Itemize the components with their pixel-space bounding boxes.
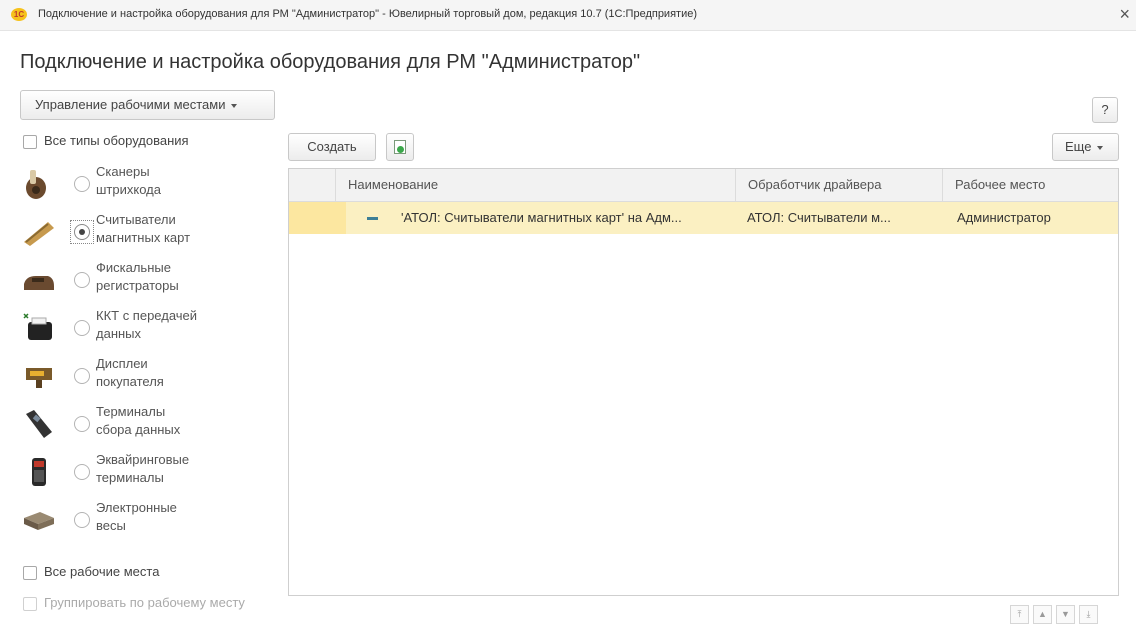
cell-workplace: Администратор (957, 210, 1051, 225)
equipment-type-item[interactable]: Дисплеи покупателя (20, 352, 270, 400)
radio-customer-displays[interactable] (74, 368, 90, 384)
equipment-type-label: Электронные весы (96, 500, 177, 533)
window-titlebar: 1С Подключение и настройка оборудования … (0, 0, 1136, 31)
scales-icon (24, 512, 54, 530)
window-title: Подключение и настройка оборудования для… (38, 8, 697, 20)
help-button[interactable]: ? (1092, 97, 1118, 123)
fiscal-register-icon (24, 276, 54, 290)
equipment-type-item[interactable]: Считыватели магнитных карт (20, 208, 270, 256)
radio-barcode-scanners[interactable] (74, 176, 90, 192)
go-down-button[interactable]: ▼ (1056, 605, 1075, 624)
equipment-type-item[interactable]: Электронные весы (20, 496, 270, 544)
page-title: Подключение и настройка оборудования для… (20, 51, 641, 73)
card-reader-icon (24, 222, 54, 246)
create-button[interactable]: Создать (288, 133, 376, 161)
equipment-type-label: Эквайринговые терминалы (96, 452, 190, 485)
radio-acquiring-terminals[interactable] (74, 464, 90, 480)
chevron-down-icon (1097, 145, 1104, 150)
close-icon[interactable]: × (1119, 4, 1130, 24)
group-by-workplace-label: Группировать по рабочему месту (44, 595, 245, 610)
radio-fiscal-registers[interactable] (74, 272, 90, 288)
equipment-item-icon (367, 217, 378, 220)
equipment-type-item[interactable]: ККТ с передачей данных (20, 304, 270, 352)
manage-workplaces-label: Управление рабочими местами (35, 97, 226, 112)
group-by-workplace-checkbox[interactable] (23, 597, 37, 611)
customer-display-icon (26, 368, 52, 388)
equipment-type-item[interactable]: Сканеры штрихкода (20, 160, 270, 208)
chevron-down-icon (231, 103, 238, 108)
radio-card-readers[interactable] (74, 224, 90, 240)
radio-kkt[interactable] (74, 320, 90, 336)
more-label: Еще (1065, 139, 1092, 154)
go-first-button[interactable]: ⤒ (1010, 605, 1029, 624)
radio-electronic-scales[interactable] (74, 512, 90, 528)
equipment-type-item[interactable]: Фискальные регистраторы (20, 256, 270, 304)
equipment-type-label: Терминалы сбора данных (96, 404, 181, 437)
data-terminal-icon (26, 410, 52, 438)
go-up-button[interactable]: ▲ (1033, 605, 1052, 624)
all-types-checkbox[interactable] (23, 135, 37, 149)
table-header: Наименование Обработчик драйвера Рабочее… (289, 169, 1118, 202)
row-marker (289, 202, 346, 234)
equipment-type-label: Фискальные регистраторы (96, 260, 179, 293)
all-workplaces-label: Все рабочие места (44, 564, 160, 579)
equipment-type-item[interactable]: Эквайринговые терминалы (20, 448, 270, 496)
add-document-icon (394, 140, 406, 154)
column-header-driver[interactable]: Обработчик драйвера (735, 169, 942, 201)
equipment-type-label: ККТ с передачей данных (96, 308, 198, 341)
cell-name: 'АТОЛ: Считыватели магнитных карт' на Ад… (401, 210, 682, 225)
manage-workplaces-button[interactable]: Управление рабочими местами (20, 90, 275, 120)
equipment-type-label: Дисплеи покупателя (96, 356, 164, 389)
equipment-type-item[interactable]: Терминалы сбора данных (20, 400, 270, 448)
table-row[interactable]: 'АТОЛ: Считыватели магнитных карт' на Ад… (289, 202, 1118, 234)
acquiring-terminal-icon (32, 458, 46, 486)
radio-data-terminals[interactable] (74, 416, 90, 432)
column-header-workplace[interactable]: Рабочее место (942, 169, 1118, 201)
all-workplaces-checkbox[interactable] (23, 566, 37, 580)
add-copy-button[interactable] (386, 133, 414, 161)
more-button[interactable]: Еще (1052, 133, 1119, 161)
equipment-type-label: Считыватели магнитных карт (96, 212, 191, 245)
go-last-button[interactable]: ⤓ (1079, 605, 1098, 624)
equipment-table[interactable]: Наименование Обработчик драйвера Рабочее… (288, 168, 1119, 596)
equipment-type-label: Сканеры штрихкода (96, 164, 161, 197)
cell-driver: АТОЛ: Считыватели м... (747, 210, 891, 225)
barcode-scanner-icon (26, 170, 46, 199)
all-types-label: Все типы оборудования (44, 133, 189, 148)
column-header-name[interactable]: Наименование (335, 169, 735, 201)
1c-logo-icon: 1С (11, 8, 27, 21)
cash-register-icon (23, 313, 52, 340)
